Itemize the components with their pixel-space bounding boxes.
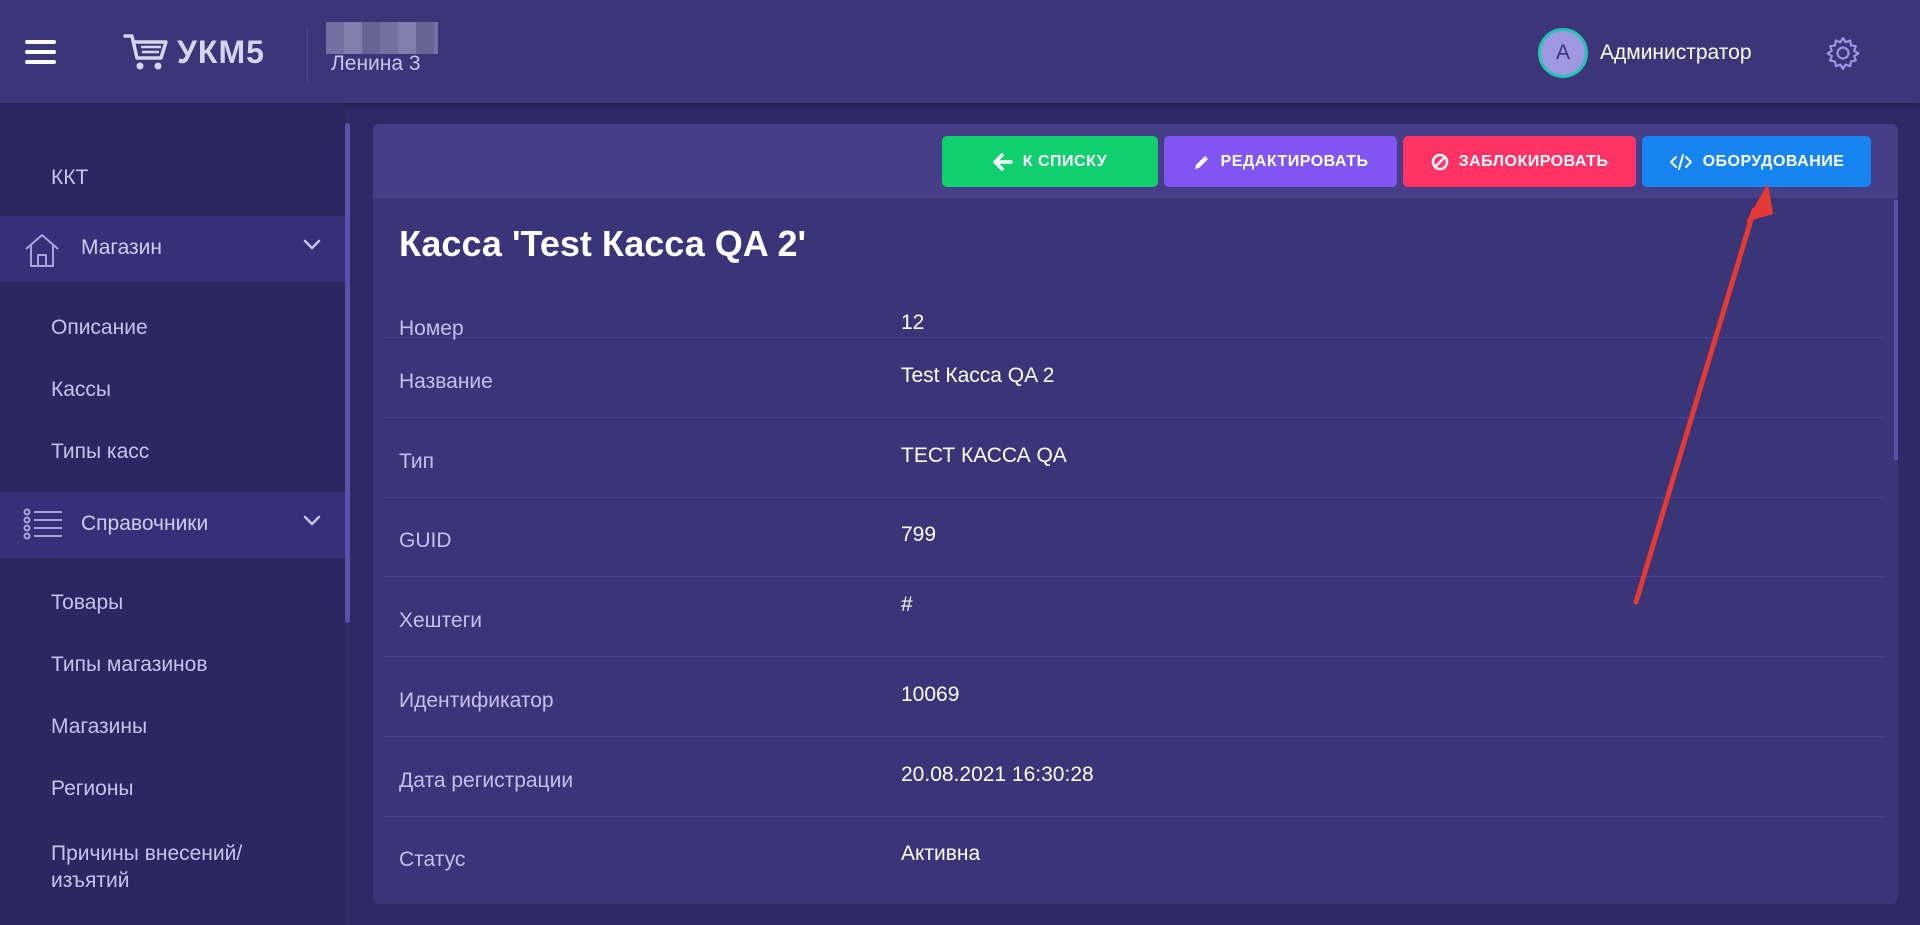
page-title: Касса 'Test Касса QA 2'	[399, 223, 807, 264]
detail-value: 12	[901, 311, 925, 334]
top-bar: УКМ5 Ленина 3 А Администратор	[0, 0, 1920, 103]
avatar: А	[1538, 28, 1588, 78]
edit-button[interactable]: РЕДАКТИРОВАТЬ	[1164, 136, 1397, 187]
header-divider	[307, 28, 308, 83]
content-scrollbar[interactable]	[1894, 200, 1898, 460]
sidebar-item-shops[interactable]: Магазины	[51, 715, 147, 739]
detail-label: GUID	[399, 529, 452, 552]
sidebar-group-label: Справочники	[81, 512, 209, 535]
sidebar-group-shop[interactable]: Магазин	[0, 216, 345, 282]
detail-row: Дата регистрации 20.08.2021 16:30:28	[383, 737, 1883, 817]
sidebar-item-shop-types[interactable]: Типы магазинов	[51, 653, 208, 677]
user-name: Администратор	[1600, 41, 1752, 64]
list-icon	[23, 508, 62, 540]
detail-row: Статус Активна	[383, 816, 1883, 895]
detail-value: 10069	[901, 683, 960, 706]
detail-label: Тип	[399, 450, 435, 473]
detail-label: Идентификатор	[399, 689, 554, 712]
sidebar-scrollbar[interactable]	[345, 123, 350, 623]
detail-row: Тип ТЕСТ КАССА QA	[383, 418, 1883, 498]
sidebar-item-description[interactable]: Описание	[51, 316, 148, 340]
card-toolbar: К СПИСКУ РЕДАКТИРОВАТЬ ЗАБЛОКИРОВАТЬ ОБО…	[373, 124, 1898, 198]
blurred-store-label	[326, 22, 438, 54]
store-name[interactable]: Ленина 3	[331, 52, 421, 76]
detail-value: Test Касса QA 2	[901, 364, 1055, 387]
back-to-list-button[interactable]: К СПИСКУ	[942, 136, 1158, 187]
detail-label: Дата регистрации	[399, 769, 574, 792]
sidebar-item-regions[interactable]: Регионы	[51, 777, 134, 801]
detail-value: #	[901, 593, 913, 616]
detail-label: Статус	[399, 848, 466, 871]
detail-row: Название Test Касса QA 2	[383, 338, 1883, 418]
code-icon	[1669, 153, 1692, 170]
menu-toggle-icon[interactable]	[25, 40, 56, 65]
back-to-list-label: К СПИСКУ	[1022, 152, 1108, 170]
sidebar-item-register-types[interactable]: Типы касс	[51, 440, 149, 464]
user-menu[interactable]: А Администратор	[1538, 28, 1752, 78]
detail-row: Номер 12	[383, 305, 1883, 340]
block-label: ЗАБЛОКИРОВАТЬ	[1458, 152, 1609, 170]
app-name: УКМ5	[177, 33, 265, 70]
sidebar-item-deposit-reasons[interactable]: Причины внесений/ изъятий	[51, 840, 242, 894]
detail-value: 799	[901, 523, 937, 546]
detail-row: Идентификатор 10069	[383, 657, 1883, 737]
detail-value: 20.08.2021 16:30:28	[901, 763, 1094, 786]
equipment-label: ОБОРУДОВАНИЕ	[1702, 152, 1845, 170]
cart-icon	[123, 34, 168, 70]
detail-row: Хештеги #	[383, 577, 1883, 657]
sidebar-item-kkt[interactable]: ККТ	[51, 166, 88, 190]
sidebar-group-references[interactable]: Справочники	[0, 492, 345, 558]
sidebar-item-registers[interactable]: Кассы	[51, 378, 111, 402]
detail-value: ТЕСТ КАССА QA	[901, 444, 1067, 467]
chevron-down-icon	[303, 239, 321, 250]
app-logo[interactable]: УКМ5	[123, 32, 265, 72]
gear-icon[interactable]	[1826, 36, 1860, 70]
ban-icon	[1431, 153, 1448, 170]
sidebar-item-goods[interactable]: Товары	[51, 591, 123, 615]
chevron-down-icon	[303, 515, 321, 526]
equipment-button[interactable]: ОБОРУДОВАНИЕ	[1642, 136, 1871, 187]
detail-row: GUID 799	[383, 497, 1883, 577]
sidebar-group-label: Магазин	[81, 236, 163, 259]
arrow-left-icon	[993, 152, 1013, 171]
edit-label: РЕДАКТИРОВАТЬ	[1220, 152, 1369, 170]
block-button[interactable]: ЗАБЛОКИРОВАТЬ	[1403, 136, 1636, 187]
detail-label: Хештеги	[399, 609, 482, 632]
detail-value: Активна	[901, 842, 981, 865]
register-details-card: К СПИСКУ РЕДАКТИРОВАТЬ ЗАБЛОКИРОВАТЬ ОБО…	[373, 124, 1898, 904]
pencil-icon	[1194, 155, 1208, 169]
home-icon	[25, 234, 59, 267]
detail-label: Название	[399, 370, 493, 393]
